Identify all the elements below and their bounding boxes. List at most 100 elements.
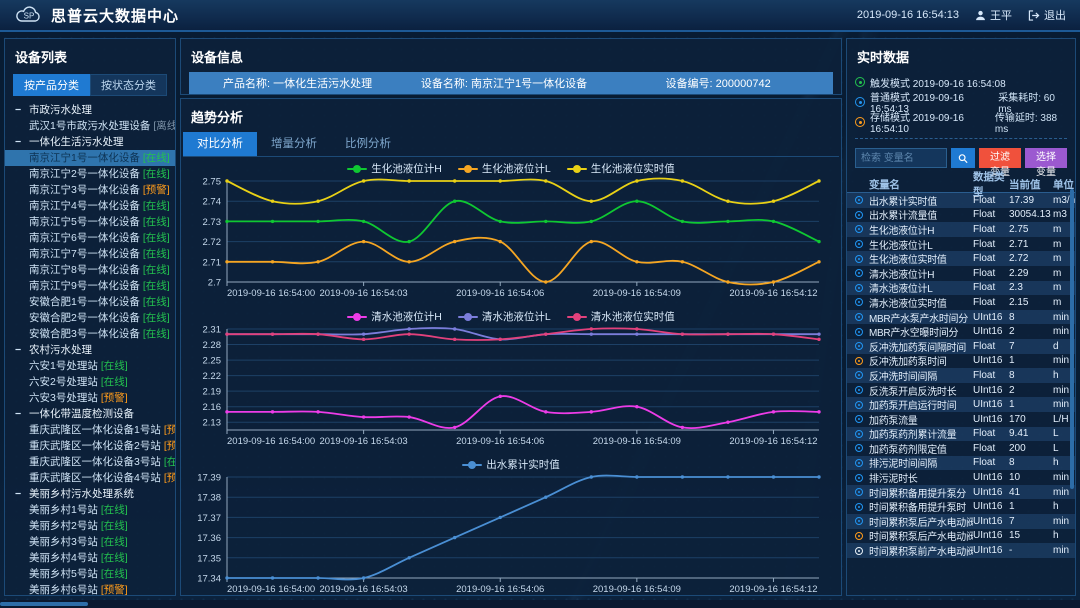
table-row[interactable]: MBR产水泵产水时间分UInt168min [847, 310, 1075, 325]
legend-marker-icon [458, 165, 478, 173]
device-tree-item[interactable]: 重庆武隆区一体化设备1号站[预警] [5, 422, 175, 438]
device-tree-item[interactable]: 美丽乡村2号站[在线] [5, 518, 175, 534]
tab-by-status[interactable]: 按状态分类 [90, 74, 167, 96]
legend-marker-icon [347, 165, 367, 173]
legend-item[interactable]: 生化池液位计L [458, 161, 551, 176]
table-row[interactable]: 时间累积泵前产水电动阀分UInt16-min [847, 543, 1075, 558]
table-row[interactable]: 反冲洗加药泵间隔时间Float7d [847, 339, 1075, 354]
device-tree-item[interactable]: 六安1号处理站[在线] [5, 358, 175, 374]
legend-item[interactable]: 清水池液位计L [458, 309, 551, 324]
svg-text:2.71: 2.71 [203, 257, 222, 268]
user-menu[interactable]: 王平 [975, 7, 1012, 23]
mode-ring-icon [855, 328, 863, 336]
group-name: 一体化生活污水处理 [29, 136, 124, 148]
device-tree-item[interactable]: 美丽乡村3号站[在线] [5, 534, 175, 550]
search-button[interactable] [951, 148, 975, 168]
table-row[interactable]: 时间累积泵后产水电动阀时UInt1615h [847, 529, 1075, 544]
table-row[interactable]: 加药泵流量UInt16170L/H [847, 412, 1075, 427]
device-tree-item[interactable]: 安徽合肥2号一体化设备[在线] [5, 310, 175, 326]
device-tree-item[interactable]: 南京江宁2号一体化设备[在线] [5, 166, 175, 182]
group-name: 市政污水处理 [29, 104, 92, 116]
tab-ratio-analysis[interactable]: 比例分析 [331, 132, 405, 156]
device-group-header[interactable]: −市政污水处理 [5, 102, 175, 118]
device-tree-item[interactable]: 南京江宁4号一体化设备[在线] [5, 198, 175, 214]
table-scrollbar[interactable] [1070, 189, 1074, 489]
table-row[interactable]: 排污泥时长UInt1610min [847, 470, 1075, 485]
chart-legend: 生化池液位计H 生化池液位计L 生化池液位实时值 [181, 161, 841, 176]
horizontal-scrollbar[interactable] [0, 602, 88, 606]
table-row[interactable]: 反冲洗时间间隔Float8h [847, 368, 1075, 383]
device-name: 安徽合肥1号一体化设备 [29, 296, 140, 308]
device-tree-item[interactable]: 南京江宁9号一体化设备[在线] [5, 278, 175, 294]
device-tree-item[interactable]: 六安2号处理站[在线] [5, 374, 175, 390]
collapse-minus-icon[interactable]: − [15, 342, 25, 358]
table-row[interactable]: 出水累计流量值Float30054.13m3 [847, 208, 1075, 223]
table-row[interactable]: 反冲洗加药泵时间UInt161min [847, 354, 1075, 369]
data-type-cell: UInt16 [973, 487, 1009, 498]
row-target-icon [855, 298, 869, 306]
table-row[interactable]: 时间累积备用提升泵时UInt161h [847, 499, 1075, 514]
device-tree-item[interactable]: 南京江宁6号一体化设备[在线] [5, 230, 175, 246]
table-row[interactable]: 清水池液位实时值Float2.15m [847, 295, 1075, 310]
table-row[interactable]: 生化池液位计LFloat2.71m [847, 237, 1075, 252]
table-header-row: 变量名 数据类型 当前值 单位 [847, 176, 1075, 193]
legend-item[interactable]: 清水池液位计H [347, 309, 442, 324]
device-tree-item[interactable]: 美丽乡村1号站[在线] [5, 502, 175, 518]
device-tree-item[interactable]: 安徽合肥1号一体化设备[在线] [5, 294, 175, 310]
device-group-header[interactable]: −一体化生活污水处理 [5, 134, 175, 150]
device-tree-item[interactable]: 安徽合肥3号一体化设备[在线] [5, 326, 175, 342]
device-name: 南京江宁2号一体化设备 [29, 168, 140, 180]
table-row[interactable]: 加药泵药剂限定值Float200L [847, 441, 1075, 456]
svg-text:2019-09-16 16:54:12: 2019-09-16 16:54:12 [729, 288, 817, 299]
legend-item[interactable]: 生化池液位计H [347, 161, 442, 176]
tab-increment-analysis[interactable]: 增量分析 [257, 132, 331, 156]
table-row[interactable]: 排污泥时间间隔Float8h [847, 456, 1075, 471]
table-row[interactable]: 加药泵药剂累计流量Float9.41L [847, 427, 1075, 442]
variable-name-cell: MBR产水空曝时间分 [869, 324, 973, 339]
collapse-minus-icon[interactable]: − [15, 406, 25, 422]
tab-compare-analysis[interactable]: 对比分析 [183, 132, 257, 156]
table-row[interactable]: 时间累积泵后产水电动阀分UInt167min [847, 514, 1075, 529]
device-tree-item[interactable]: 南京江宁8号一体化设备[在线] [5, 262, 175, 278]
device-tree-item[interactable]: 美丽乡村5号站[在线] [5, 566, 175, 582]
device-tree-item[interactable]: 重庆武隆区一体化设备2号站[预警] [5, 438, 175, 454]
device-tree-item[interactable]: 美丽乡村6号站[预警] [5, 582, 175, 598]
device-tree-item[interactable]: 六安3号处理站[预警] [5, 390, 175, 406]
table-row[interactable]: 生化池液位计HFloat2.75m [847, 222, 1075, 237]
device-tree-item[interactable]: 南京江宁7号一体化设备[在线] [5, 246, 175, 262]
legend-item[interactable]: 生化池液位实时值 [567, 161, 675, 176]
device-tree-item[interactable]: 重庆武隆区一体化设备3号站[在线] [5, 454, 175, 470]
table-row[interactable]: 加药泵开启运行时间UInt161min [847, 397, 1075, 412]
logout-button[interactable]: 退出 [1028, 7, 1066, 23]
device-group-header[interactable]: −农村污水处理 [5, 342, 175, 358]
device-group-header[interactable]: −一体化带温度检测设备 [5, 406, 175, 422]
collapse-minus-icon[interactable]: − [15, 134, 25, 150]
table-row[interactable]: 生化池液位实时值Float2.72m [847, 251, 1075, 266]
device-tree-item[interactable]: 南京江宁5号一体化设备[在线] [5, 214, 175, 230]
collapse-minus-icon[interactable]: − [15, 102, 25, 118]
data-type-cell: Float [973, 370, 1009, 381]
device-tree-item[interactable]: 重庆武隆区一体化设备4号站[预警] [5, 470, 175, 486]
tab-by-product[interactable]: 按产品分类 [13, 74, 90, 96]
collapse-minus-icon[interactable]: − [15, 486, 25, 502]
variable-search-input[interactable] [855, 148, 947, 168]
device-tree-item[interactable]: 南京江宁1号一体化设备[在线] [5, 150, 175, 166]
device-tree-item[interactable]: 南京江宁3号一体化设备[预警] [5, 182, 175, 198]
legend-item[interactable]: 出水累计实时值 [462, 457, 560, 472]
filter-variables-button[interactable]: 过滤变量 [979, 148, 1021, 168]
legend-item[interactable]: 清水池液位实时值 [567, 309, 675, 324]
device-tree-item[interactable]: 美丽乡村4号站[在线] [5, 550, 175, 566]
table-row[interactable]: MBR产水空曝时间分UInt162min [847, 324, 1075, 339]
device-group-header[interactable]: −美丽乡村污水处理系统 [5, 486, 175, 502]
table-row[interactable]: 反洗泵开启反洗时长UInt162min [847, 383, 1075, 398]
current-value-cell: 15 [1009, 530, 1053, 541]
table-row[interactable]: 清水池液位计LFloat2.3m [847, 281, 1075, 296]
row-target-icon [855, 430, 869, 438]
table-row[interactable]: 时间累积备用提升泵分UInt1641min [847, 485, 1075, 500]
bottom-scroll-track [0, 600, 1080, 608]
current-value-cell: 8 [1009, 457, 1053, 468]
table-row[interactable]: 出水累计实时值Float17.39m3/h [847, 193, 1075, 208]
device-tree-item[interactable]: 武汉1号市政污水处理设备[离线] [5, 118, 175, 134]
table-row[interactable]: 清水池液位计HFloat2.29m [847, 266, 1075, 281]
select-variables-button[interactable]: 选择变量 [1025, 148, 1067, 168]
